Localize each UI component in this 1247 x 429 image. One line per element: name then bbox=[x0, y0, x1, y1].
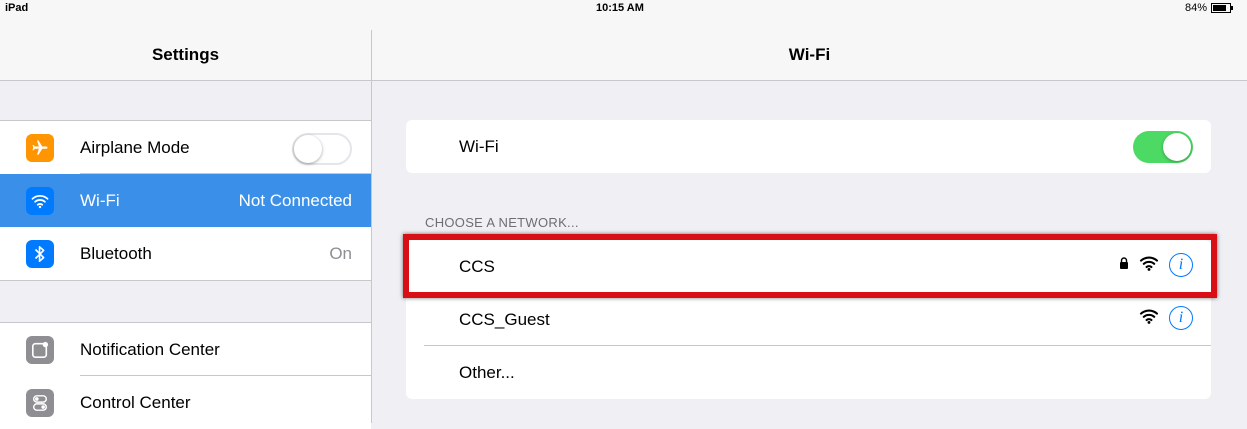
sidebar-item-wifi[interactable]: Wi-Fi Not Connected bbox=[0, 174, 371, 227]
airplane-mode-toggle[interactable] bbox=[292, 133, 352, 165]
info-icon[interactable]: i bbox=[1169, 253, 1193, 277]
choose-network-header: CHOOSE A NETWORK... bbox=[425, 215, 579, 230]
network-list: CCS i CCS_Guest i Other... bbox=[406, 240, 1211, 399]
page-title: Wi-Fi bbox=[788, 45, 831, 64]
wifi-status-value: Not Connected bbox=[238, 190, 352, 210]
main-navbar: Wi-Fi bbox=[372, 30, 1247, 81]
battery-indicator: 84% bbox=[1184, 2, 1233, 14]
sidebar-item-airplane-mode[interactable]: Airplane Mode bbox=[0, 121, 371, 174]
sidebar-item-label: Bluetooth bbox=[80, 243, 152, 263]
control-center-icon bbox=[26, 389, 54, 417]
sidebar-item-control-center[interactable]: Control Center bbox=[0, 376, 371, 429]
sidebar-item-label: Wi-Fi bbox=[80, 190, 120, 210]
wifi-settings-pane: Wi-Fi Wi-Fi CHOOSE A NETWORK... CCS i CC… bbox=[372, 0, 1247, 423]
settings-sidebar: Settings Airplane Mode Wi-Fi Not Connect… bbox=[0, 0, 372, 429]
sidebar-title: Settings bbox=[151, 45, 220, 64]
network-name: CCS_Guest bbox=[459, 309, 550, 329]
sidebar-item-label: Airplane Mode bbox=[80, 137, 190, 157]
wifi-toggle-row: Wi-Fi bbox=[406, 120, 1211, 173]
sidebar-item-label: Control Center bbox=[80, 392, 191, 412]
sidebar-group-centers: Notification Center Control Center bbox=[0, 322, 371, 429]
bluetooth-icon bbox=[26, 240, 54, 268]
lock-icon bbox=[1119, 256, 1129, 274]
wifi-signal-icon bbox=[1139, 255, 1159, 276]
network-name: CCS bbox=[459, 256, 495, 276]
wifi-toggle[interactable] bbox=[1133, 131, 1193, 163]
network-row-ccs-guest[interactable]: CCS_Guest i bbox=[406, 293, 1211, 346]
battery-percent: 84% bbox=[1184, 2, 1207, 14]
wifi-toggle-card: Wi-Fi bbox=[406, 120, 1211, 173]
battery-icon bbox=[1211, 3, 1233, 13]
sidebar-group-connectivity: Airplane Mode Wi-Fi Not Connected Blueto… bbox=[0, 120, 371, 281]
notification-center-icon bbox=[26, 336, 54, 364]
wifi-signal-icon bbox=[1139, 308, 1159, 329]
sidebar-item-label: Notification Center bbox=[80, 339, 220, 359]
status-time: 10:15 AM bbox=[596, 2, 644, 14]
network-row-ccs[interactable]: CCS i bbox=[406, 240, 1211, 293]
info-icon[interactable]: i bbox=[1169, 306, 1193, 330]
sidebar-item-bluetooth[interactable]: Bluetooth On bbox=[0, 227, 371, 280]
airplane-icon bbox=[26, 134, 54, 162]
device-name: iPad bbox=[5, 2, 29, 14]
sidebar-item-notification-center[interactable]: Notification Center bbox=[0, 323, 371, 376]
sidebar-navbar: Settings bbox=[0, 30, 371, 81]
wifi-toggle-label: Wi-Fi bbox=[459, 136, 499, 156]
network-name: Other... bbox=[459, 362, 515, 382]
status-bar: iPad 10:15 AM 84% bbox=[0, 0, 1247, 30]
network-row-other[interactable]: Other... bbox=[406, 346, 1211, 399]
wifi-icon bbox=[26, 187, 54, 215]
bluetooth-status-value: On bbox=[329, 243, 352, 263]
